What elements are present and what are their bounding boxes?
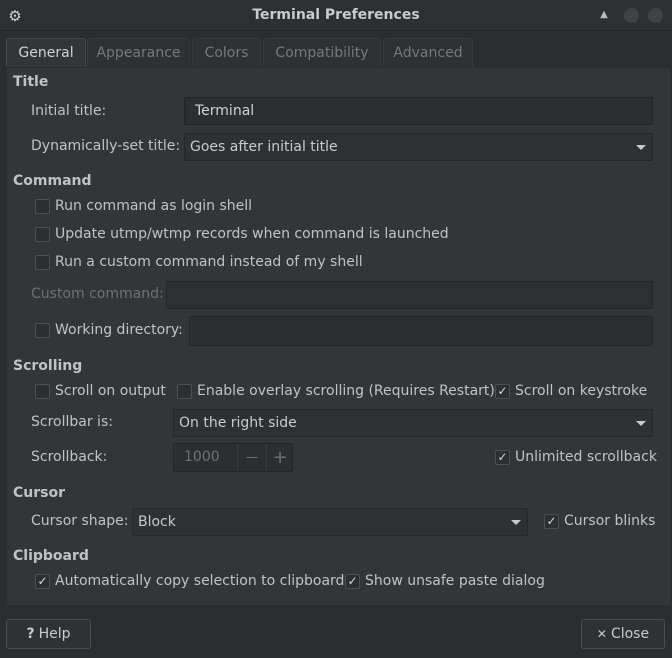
- dynamic-title-label: Dynamically-set title:: [31, 138, 181, 154]
- section-clipboard-heading: Clipboard: [13, 548, 89, 564]
- section-scrolling-heading: Scrolling: [13, 358, 83, 374]
- dynamic-title-select[interactable]: Goes after initial title: [184, 133, 653, 161]
- scrollback-value: 1000: [184, 449, 220, 465]
- initial-title-label: Initial title:: [31, 103, 107, 119]
- unlimited-scrollback-checkbox[interactable]: ✓: [495, 450, 510, 465]
- working-directory-input[interactable]: [189, 316, 653, 346]
- login-shell-label[interactable]: Run command as login shell: [55, 198, 252, 214]
- window-title: Terminal Preferences: [252, 7, 420, 23]
- custom-command-label: Custom command:: [31, 286, 164, 302]
- scroll-on-output-checkbox[interactable]: [35, 384, 50, 399]
- scrollbar-position-value: On the right side: [179, 415, 297, 431]
- scrollbar-label: Scrollbar is:: [31, 414, 113, 430]
- cursor-shape-value: Block: [138, 514, 176, 530]
- tab-compatibility[interactable]: Compatibility: [263, 38, 381, 67]
- working-directory-label[interactable]: Working directory:: [55, 322, 183, 338]
- minimize-button[interactable]: [624, 8, 639, 23]
- scroll-on-keystroke-checkbox[interactable]: ✓: [495, 384, 510, 399]
- cursor-blinks-checkbox[interactable]: ✓: [544, 514, 559, 529]
- chevron-down-icon: [636, 145, 646, 150]
- auto-copy-checkbox[interactable]: ✓: [35, 574, 50, 589]
- section-cursor-heading: Cursor: [13, 485, 66, 501]
- title-bar[interactable]: Terminal Preferences ⚙ ▲: [0, 0, 672, 31]
- unsafe-paste-checkbox[interactable]: ✓: [345, 574, 360, 589]
- tab-appearance[interactable]: Appearance: [87, 38, 190, 67]
- cursor-shape-label: Cursor shape:: [31, 513, 129, 529]
- scrollback-label: Scrollback:: [31, 449, 108, 465]
- spinner-divider: [266, 444, 267, 471]
- initial-title-input[interactable]: Terminal: [184, 97, 653, 125]
- close-icon: ✕: [596, 627, 607, 641]
- login-shell-checkbox[interactable]: [35, 199, 50, 214]
- working-directory-checkbox[interactable]: [35, 323, 50, 338]
- close-label: Close: [610, 626, 650, 642]
- help-icon: ?: [26, 626, 35, 642]
- chevron-down-icon: [636, 421, 646, 426]
- overlay-scrolling-checkbox[interactable]: [177, 384, 192, 399]
- dynamic-title-value: Goes after initial title: [190, 139, 338, 155]
- unlimited-scrollback-label[interactable]: Unlimited scrollback: [515, 449, 657, 465]
- tab-general[interactable]: General: [6, 38, 86, 68]
- gear-icon: ⚙: [8, 7, 22, 25]
- overlay-scrolling-label[interactable]: Enable overlay scrolling (Requires Resta…: [197, 383, 495, 399]
- close-button[interactable]: ✕ Close: [581, 619, 665, 649]
- section-title-heading: Title: [13, 74, 49, 90]
- scrollback-spinner[interactable]: 1000 — +: [173, 443, 293, 472]
- utmp-label[interactable]: Update utmp/wtmp records when command is…: [55, 226, 449, 242]
- plus-icon[interactable]: +: [268, 444, 292, 471]
- cursor-blinks-label[interactable]: Cursor blinks: [564, 513, 655, 529]
- section-command-heading: Command: [13, 173, 92, 189]
- scrollbar-position-select[interactable]: On the right side: [173, 409, 653, 437]
- custom-command-input[interactable]: [166, 281, 653, 309]
- help-button[interactable]: ? Help: [6, 619, 91, 649]
- cursor-shape-select[interactable]: Block: [132, 508, 528, 536]
- help-label: Help: [38, 626, 71, 642]
- tab-colors[interactable]: Colors: [192, 38, 261, 67]
- spinner-divider: [237, 444, 238, 471]
- minus-icon[interactable]: —: [240, 444, 264, 471]
- tab-advanced[interactable]: Advanced: [383, 38, 473, 67]
- rollup-icon[interactable]: ▲: [597, 9, 611, 21]
- close-window-button[interactable]: [648, 8, 663, 23]
- auto-copy-label[interactable]: Automatically copy selection to clipboar…: [55, 573, 344, 589]
- unsafe-paste-label[interactable]: Show unsafe paste dialog: [365, 573, 545, 589]
- chevron-down-icon: [511, 520, 521, 525]
- scroll-on-output-label[interactable]: Scroll on output: [55, 383, 166, 399]
- utmp-checkbox[interactable]: [35, 227, 50, 242]
- scroll-on-keystroke-label[interactable]: Scroll on keystroke: [515, 383, 647, 399]
- custom-command-toggle-label[interactable]: Run a custom command instead of my shell: [55, 254, 363, 270]
- custom-command-checkbox[interactable]: [35, 255, 50, 270]
